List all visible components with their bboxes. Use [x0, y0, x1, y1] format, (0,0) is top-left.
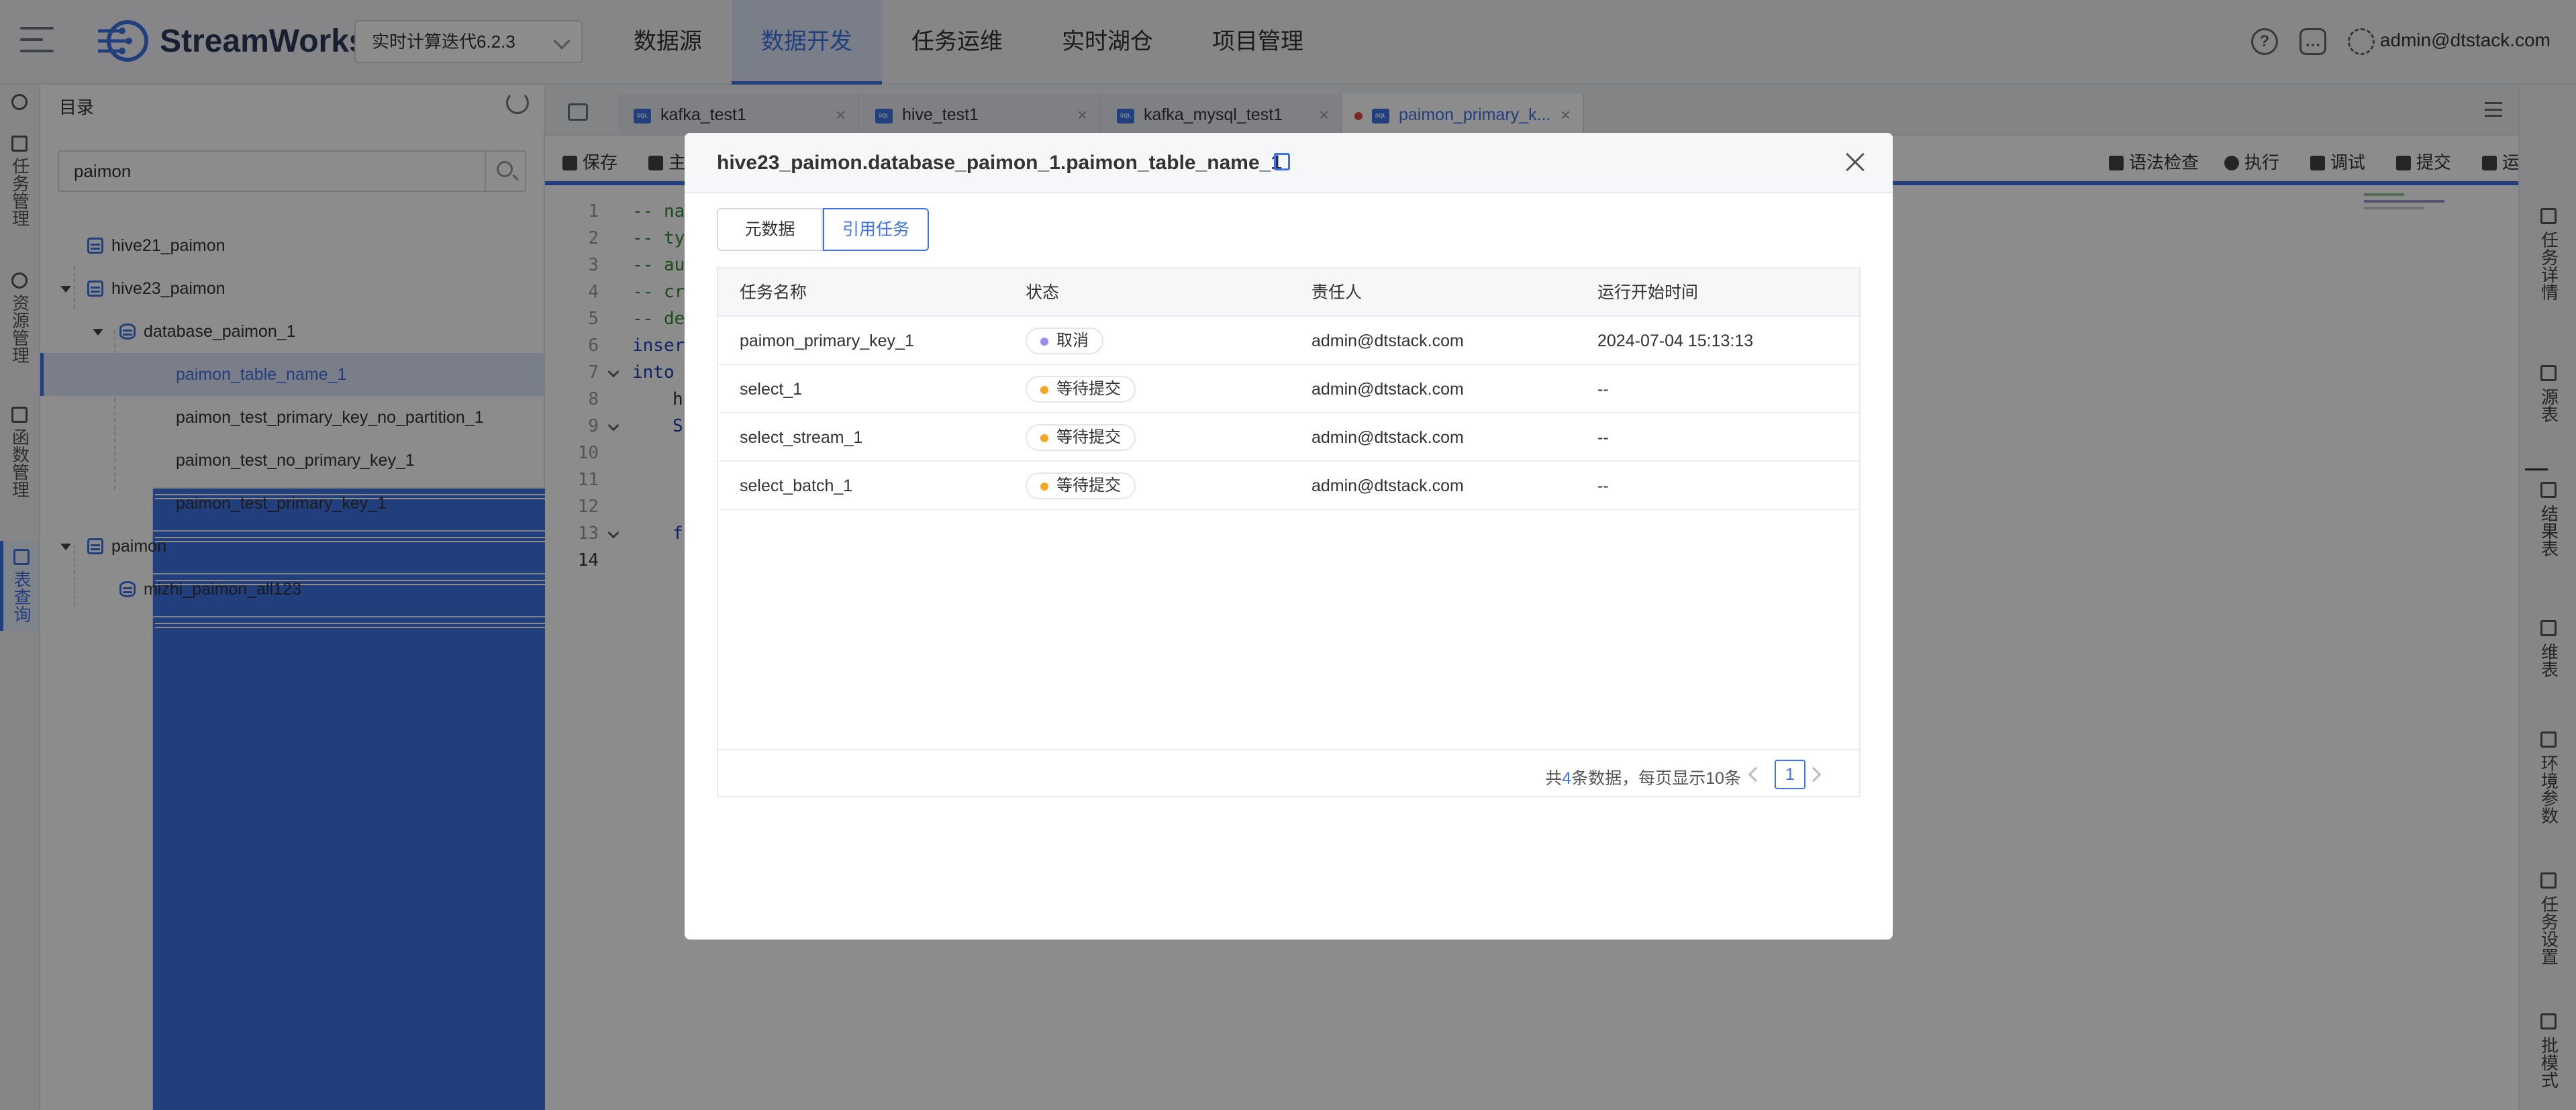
- table-detail-modal: hive23_paimon.database_paimon_1.paimon_t…: [685, 133, 1893, 940]
- column-header-task-name: 任务名称: [740, 283, 807, 302]
- table-row[interactable]: paimon_primary_key_1 取消 admin@dtstack.co…: [718, 317, 1859, 365]
- pagination-total: 共4条数据，每页显示10条: [1545, 765, 1741, 789]
- column-header-owner: 责任人: [1311, 283, 1363, 302]
- task-name: select_1: [740, 380, 803, 399]
- task-name: paimon_primary_key_1: [740, 332, 914, 350]
- task-owner: admin@dtstack.com: [1311, 380, 1464, 399]
- status-label: 取消: [1056, 332, 1089, 350]
- tab-metadata[interactable]: 元数据: [717, 208, 823, 251]
- modal-header: hive23_paimon.database_paimon_1.paimon_t…: [685, 133, 1893, 193]
- table-row[interactable]: select_stream_1 等待提交 admin@dtstack.com -…: [718, 413, 1859, 462]
- table-row[interactable]: select_1 等待提交 admin@dtstack.com --: [718, 365, 1859, 413]
- total-suffix: 条数据，每页显示10条: [1571, 769, 1741, 788]
- status-badge: 取消: [1026, 327, 1103, 354]
- task-start-time: 2024-07-04 15:13:13: [1597, 332, 1754, 350]
- task-owner: admin@dtstack.com: [1311, 476, 1464, 495]
- table-header: 任务名称 状态 责任人 运行开始时间: [718, 268, 1859, 317]
- task-name: select_stream_1: [740, 428, 863, 447]
- status-dot: [1040, 434, 1048, 442]
- status-badge: 等待提交: [1026, 424, 1136, 451]
- column-header-start-time: 运行开始时间: [1597, 283, 1699, 302]
- table-row[interactable]: select_batch_1 等待提交 admin@dtstack.com --: [718, 462, 1859, 510]
- total-prefix: 共: [1545, 769, 1563, 788]
- status-badge: 等待提交: [1026, 376, 1136, 403]
- modal-tabs: 元数据 引用任务: [717, 208, 929, 251]
- status-dot: [1040, 483, 1048, 491]
- status-badge: 等待提交: [1026, 472, 1136, 499]
- close-icon[interactable]: [1842, 149, 1869, 176]
- copy-icon[interactable]: [1274, 153, 1290, 170]
- task-start-time: --: [1597, 428, 1609, 447]
- task-owner: admin@dtstack.com: [1311, 332, 1464, 350]
- page-number-current[interactable]: 1: [1775, 760, 1805, 789]
- status-dot: [1040, 338, 1048, 346]
- task-start-time: --: [1597, 476, 1609, 495]
- total-count: 4: [1562, 769, 1572, 788]
- status-dot: [1040, 386, 1048, 394]
- modal-title: hive23_paimon.database_paimon_1.paimon_t…: [717, 152, 1283, 174]
- tab-referenced-tasks[interactable]: 引用任务: [823, 208, 929, 251]
- task-start-time: --: [1597, 380, 1609, 399]
- chevron-right-icon[interactable]: [1805, 766, 1822, 783]
- status-label: 等待提交: [1056, 380, 1121, 398]
- pagination: 共4条数据，每页显示10条 1: [718, 749, 1859, 797]
- status-label: 等待提交: [1056, 428, 1121, 446]
- task-owner: admin@dtstack.com: [1311, 428, 1464, 447]
- column-header-status: 状态: [1026, 283, 1060, 302]
- task-name: select_batch_1: [740, 476, 853, 495]
- chevron-left-icon[interactable]: [1748, 766, 1764, 783]
- status-label: 等待提交: [1056, 476, 1121, 495]
- referenced-tasks-table: 任务名称 状态 责任人 运行开始时间 paimon_primary_key_1 …: [717, 267, 1861, 797]
